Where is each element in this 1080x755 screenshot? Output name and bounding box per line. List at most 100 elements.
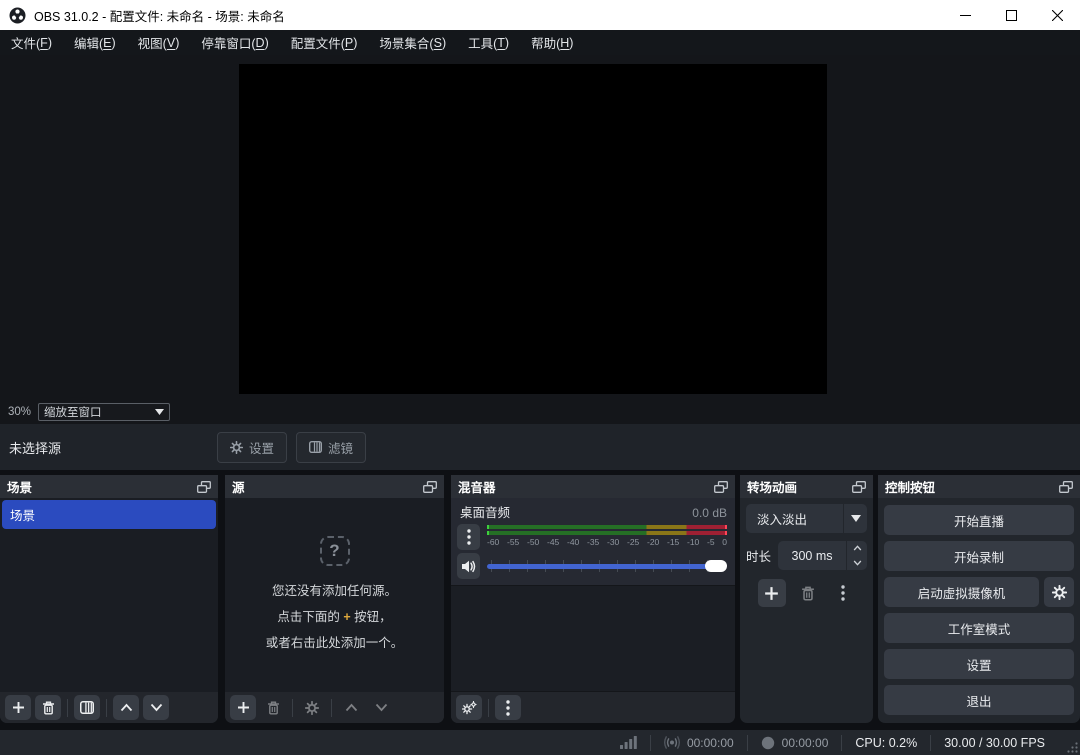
stream-time: 00:00:00 xyxy=(687,736,734,750)
cpu-usage: CPU: 0.2% xyxy=(842,736,930,750)
preview-canvas[interactable] xyxy=(239,64,827,394)
menu-item-5[interactable]: 场景集合(S) xyxy=(368,30,457,55)
menu-item-1[interactable]: 编辑(E) xyxy=(63,30,127,55)
chevron-down-icon xyxy=(375,703,388,712)
fps-indicator: 30.00 / 30.00 FPS xyxy=(931,736,1058,750)
exit-button[interactable]: 退出 xyxy=(884,685,1074,715)
minimize-button[interactable] xyxy=(942,0,988,30)
scene-filters-button[interactable] xyxy=(74,695,100,720)
sources-empty-line: 点击下面的 + 按钮， xyxy=(277,607,391,628)
meter-tick-label: -25 xyxy=(627,537,639,547)
toolbar-separator xyxy=(292,699,293,717)
add-source-button[interactable] xyxy=(230,695,256,720)
menu-item-6[interactable]: 工具(T) xyxy=(457,30,520,55)
menu-item-4[interactable]: 配置文件(P) xyxy=(280,30,369,55)
scene-list-item[interactable]: 场景 xyxy=(2,500,216,529)
remove-source-button[interactable] xyxy=(260,695,286,720)
dock-popout-icon[interactable] xyxy=(197,481,211,493)
move-source-down-button[interactable] xyxy=(368,695,394,720)
duration-decrement-button[interactable] xyxy=(847,556,867,571)
sources-empty-line: 您还没有添加任何源。 xyxy=(272,581,397,602)
source-properties-button[interactable] xyxy=(299,695,325,720)
studio-mode-button[interactable]: 工作室模式 xyxy=(884,613,1074,643)
chevron-down-icon xyxy=(150,703,163,712)
slider-track xyxy=(487,564,725,569)
transition-menu-button[interactable] xyxy=(830,581,856,606)
zoom-mode-dropdown[interactable]: 缩放至窗口 xyxy=(38,403,170,421)
toolbar-separator xyxy=(67,699,68,717)
dock-popout-icon[interactable] xyxy=(714,481,728,493)
transition-select[interactable]: 淡入淡出 xyxy=(746,504,867,533)
mixer-toolbar xyxy=(451,692,735,723)
mute-button[interactable] xyxy=(457,553,480,579)
chevron-down-icon xyxy=(853,560,862,566)
meter-tick-label: -45 xyxy=(547,537,559,547)
source-list[interactable]: ? 您还没有添加任何源。 点击下面的 + 按钮， 或者右击此处添加一个。 xyxy=(225,498,444,692)
zoom-mode-value: 缩放至窗口 xyxy=(44,404,102,420)
audio-level-db: 0.0 dB xyxy=(692,506,727,520)
gear-icon xyxy=(1052,585,1067,600)
sources-toolbar xyxy=(225,692,444,723)
mixer-dock-header: 混音器 xyxy=(451,475,735,498)
move-source-up-button[interactable] xyxy=(338,695,364,720)
menu-item-7[interactable]: 帮助(H) xyxy=(520,30,584,55)
meter-tick-label: 0 xyxy=(722,537,727,547)
obs-logo-icon xyxy=(9,7,26,24)
move-scene-down-button[interactable] xyxy=(143,695,169,720)
maximize-button[interactable] xyxy=(988,0,1034,30)
meter-channel-right xyxy=(487,531,727,535)
volume-slider[interactable] xyxy=(487,553,727,579)
gear-icon xyxy=(230,441,243,454)
plus-icon xyxy=(12,701,25,714)
meter-tick-label: -5 xyxy=(707,537,715,547)
no-source-selected-label: 未选择源 xyxy=(9,438,61,457)
scenes-dock-header: 场景 xyxy=(0,475,218,498)
network-status xyxy=(607,736,650,749)
transitions-dock-title: 转场动画 xyxy=(747,477,797,496)
start-streaming-button[interactable]: 开始直播 xyxy=(884,505,1074,535)
source-properties-label: 设置 xyxy=(249,438,274,457)
trash-icon xyxy=(801,586,815,601)
mixer-menu-button[interactable] xyxy=(495,695,521,720)
virtual-camera-config-button[interactable] xyxy=(1044,577,1074,607)
close-button[interactable] xyxy=(1034,0,1080,30)
duration-value: 300 ms xyxy=(778,549,846,563)
scenes-dock: 场景 场景 xyxy=(0,475,218,723)
chevron-up-icon xyxy=(120,703,133,712)
dock-popout-icon[interactable] xyxy=(1059,481,1073,493)
move-scene-up-button[interactable] xyxy=(113,695,139,720)
settings-button[interactable]: 设置 xyxy=(884,649,1074,679)
title-bar: OBS 31.0.2 - 配置文件: 未命名 - 场景: 未命名 xyxy=(0,0,1080,30)
trash-icon xyxy=(42,701,55,715)
slider-handle[interactable] xyxy=(705,560,727,572)
menu-bar: 文件(F)编辑(E)视图(V)停靠窗口(D)配置文件(P)场景集合(S)工具(T… xyxy=(0,30,1080,55)
resize-grip[interactable] xyxy=(1067,742,1078,753)
sources-dock-header: 源 xyxy=(225,475,444,498)
dock-popout-icon[interactable] xyxy=(423,481,437,493)
advanced-audio-button[interactable] xyxy=(456,695,482,720)
start-recording-button[interactable]: 开始录制 xyxy=(884,541,1074,571)
source-filters-button[interactable]: 滤镜 xyxy=(296,432,366,463)
add-scene-button[interactable] xyxy=(5,695,31,720)
audio-source-name: 桌面音频 xyxy=(460,502,510,521)
remove-scene-button[interactable] xyxy=(35,695,61,720)
trash-icon xyxy=(267,701,280,715)
chevron-up-icon xyxy=(853,545,862,551)
add-transition-button[interactable] xyxy=(758,579,786,607)
record-circle-icon xyxy=(761,736,775,750)
menu-item-0[interactable]: 文件(F) xyxy=(0,30,63,55)
start-virtual-camera-button[interactable]: 启动虚拟摄像机 xyxy=(884,577,1039,607)
duration-spinbox[interactable]: 300 ms xyxy=(778,541,867,570)
duration-increment-button[interactable] xyxy=(847,541,867,556)
audio-options-button[interactable] xyxy=(457,524,480,550)
controls-dock-header: 控制按钮 xyxy=(878,475,1080,498)
source-properties-button[interactable]: 设置 xyxy=(217,432,287,463)
dock-popout-icon[interactable] xyxy=(852,481,866,493)
menu-item-3[interactable]: 停靠窗口(D) xyxy=(190,30,279,55)
chevron-down-icon xyxy=(155,409,164,415)
menu-item-2[interactable]: 视图(V) xyxy=(127,30,191,55)
remove-transition-button[interactable] xyxy=(795,581,821,606)
dots-vertical-icon xyxy=(467,529,471,545)
sources-empty-line: 或者右击此处添加一个。 xyxy=(266,633,404,654)
volume-meter: -60-55-50-45-40-35-30-25-20-15-10-50 xyxy=(487,524,727,550)
